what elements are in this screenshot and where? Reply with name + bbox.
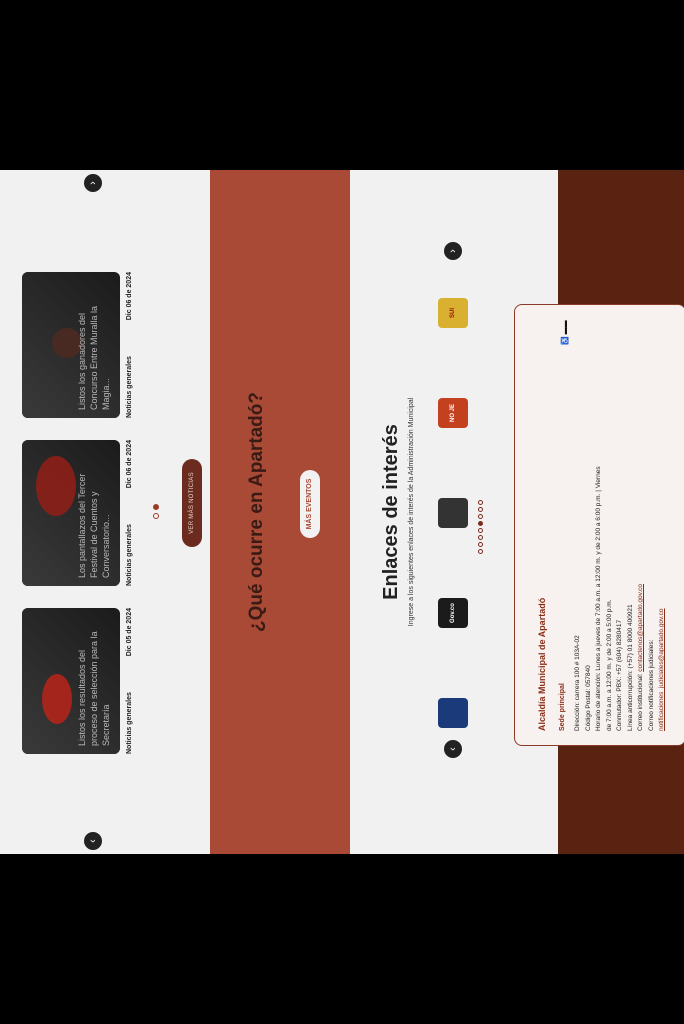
pagination-dot[interactable] — [153, 513, 159, 519]
footer-sede: Sede principal — [559, 683, 566, 731]
pagination-dot[interactable] — [478, 500, 483, 505]
news-date: Dic 05 de 2024 — [126, 608, 133, 657]
pagination-dot[interactable] — [478, 528, 483, 533]
news-date: Dic 06 de 2024 — [126, 272, 133, 321]
footer-judicial-label: Correo notificaciones judiciales: — [647, 639, 655, 731]
more-news-button[interactable]: VER MÁS NOTICIAS — [182, 459, 202, 547]
logo-link[interactable] — [438, 698, 468, 728]
news-category: Noticias generales — [126, 524, 133, 586]
chevron-right-icon[interactable]: › — [444, 242, 462, 260]
footer-line: Línea anticorrupción: (+57) 01 8000 4009… — [626, 604, 634, 731]
judicial-email-link[interactable]: notificaciones_judiciales@apartado.gov.c… — [658, 609, 665, 731]
links-title: Enlaces de interés — [380, 424, 402, 600]
news-category: Noticias generales — [126, 356, 133, 418]
news-image-detail — [42, 674, 72, 724]
email-link[interactable]: contactenos@apartado.gov.co — [637, 584, 644, 672]
accessibility-icon[interactable]: ♿ ▬▬ — [561, 319, 571, 345]
news-card[interactable]: Listos los ganadores del Concurso Entre … — [22, 272, 120, 418]
links-subtitle: Ingrese a los siguientes enlaces de inte… — [408, 397, 415, 627]
pagination-dot[interactable] — [478, 549, 483, 554]
news-meta: Noticias generales Dic 05 de 2024 — [126, 608, 133, 754]
pagination-dot-active[interactable] — [478, 521, 483, 526]
pagination-dot[interactable] — [478, 535, 483, 540]
news-caption: Listos los resultados del proceso de sel… — [77, 631, 111, 746]
news-date: Dic 06 de 2024 — [126, 440, 133, 489]
news-category: Noticias generales — [126, 692, 133, 754]
footer-line: Conmutador: PBX: +57 (604) 8280417 — [616, 619, 623, 731]
logo-link[interactable] — [438, 498, 468, 528]
news-caption: Los pantallazos del Tercer Festival de C… — [77, 473, 111, 578]
footer-line: Código Postal: 057840 — [584, 665, 592, 731]
more-events-button[interactable]: MÁS EVENTOS — [300, 470, 320, 538]
news-meta: Noticias generales Dic 06 de 2024 — [126, 272, 133, 418]
footer-info: Dirección: carrera 100 # 103A-02 Código … — [573, 461, 668, 731]
pagination-dot[interactable] — [478, 514, 483, 519]
rotated-page: ‹ Listos los resultados del proceso de s… — [0, 170, 684, 854]
logo-link[interactable]: SUI — [438, 298, 468, 328]
footer-title: Alcaldía Municipal de Apartadó — [537, 597, 547, 731]
email-label: Correo institucional: — [637, 673, 644, 731]
footer-line: Dirección: carrera 100 # 103A-02 — [574, 635, 581, 731]
chevron-right-icon[interactable]: › — [84, 174, 102, 192]
news-meta: Noticias generales Dic 06 de 2024 — [126, 440, 133, 586]
pagination-dot[interactable] — [478, 507, 483, 512]
contact-card: Alcaldía Municipal de Apartadó Sede prin… — [514, 304, 684, 746]
logo-link[interactable]: NO JE — [438, 398, 468, 428]
links-pagination — [478, 500, 483, 554]
news-card[interactable]: Listos los resultados del proceso de sel… — [22, 608, 120, 754]
events-section: ¿Qué ocurre en Apartadó? MÁS EVENTOS — [210, 170, 350, 854]
page-viewport: ‹ Listos los resultados del proceso de s… — [0, 170, 684, 854]
pagination-dot[interactable] — [478, 542, 483, 547]
logo-link[interactable]: Gov.co — [438, 598, 468, 628]
news-card[interactable]: Los pantallazos del Tercer Festival de C… — [22, 440, 120, 586]
chevron-left-icon[interactable]: ‹ — [84, 832, 102, 850]
events-title: ¿Qué ocurre en Apartadó? — [246, 392, 267, 632]
footer: Alcaldía Municipal de Apartadó Sede prin… — [514, 170, 684, 854]
news-section: ‹ Listos los resultados del proceso de s… — [0, 170, 210, 854]
pagination-dot-active[interactable] — [153, 504, 159, 510]
footer-line: Horario de atención: Lunes a jueves de 7… — [595, 466, 613, 731]
footer-email-row: Correo institucional: contactenos@aparta… — [636, 461, 647, 731]
chevron-left-icon[interactable]: ‹ — [444, 740, 462, 758]
news-caption: Listos los ganadores del Concurso Entre … — [77, 305, 111, 410]
news-image-detail — [36, 456, 76, 516]
news-pagination — [153, 504, 159, 519]
